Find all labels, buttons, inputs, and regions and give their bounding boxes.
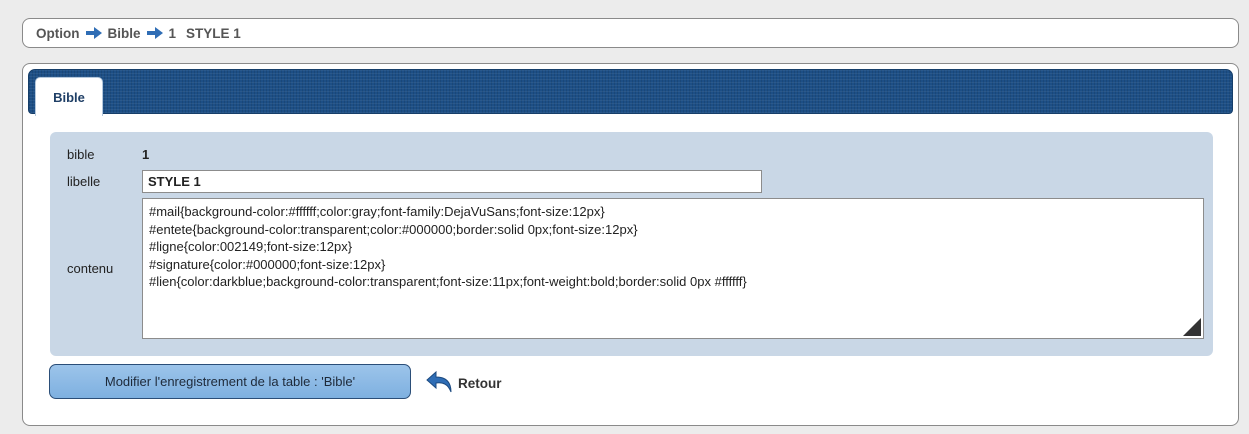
tab-bar: Bible	[28, 69, 1233, 116]
breadcrumb-item-id: 1	[168, 25, 177, 41]
libelle-label: libelle	[67, 174, 101, 189]
main-panel: Bible bible 1 libelle contenu #mail{back…	[22, 63, 1239, 426]
arrow-right-icon	[146, 27, 163, 39]
contenu-label: contenu	[67, 261, 114, 276]
tab-bible[interactable]: Bible	[35, 77, 103, 116]
contenu-line: #signature{color:#000000;font-size:12px}	[149, 256, 386, 272]
contenu-line: #entete{background-color:transparent;col…	[149, 221, 638, 237]
back-label: Retour	[458, 375, 502, 391]
edit-form: bible 1 libelle contenu #mail{background…	[50, 132, 1213, 356]
breadcrumb-item-option[interactable]: Option	[36, 26, 80, 41]
bible-label: bible	[67, 147, 95, 162]
modify-record-button[interactable]: Modifier l'enregistrement de la table : …	[49, 364, 411, 399]
libelle-input[interactable]	[142, 170, 762, 193]
resize-grip-icon[interactable]	[1183, 318, 1201, 336]
bible-value: 1	[142, 147, 150, 162]
breadcrumb-item-name: STYLE 1	[186, 25, 241, 41]
breadcrumb-item-bible[interactable]: Bible	[108, 26, 141, 41]
contenu-line: #ligne{color:002149;font-size:12px}	[149, 239, 353, 254]
arrow-right-icon	[85, 27, 102, 39]
undo-arrow-icon	[426, 370, 452, 393]
back-link[interactable]: Retour	[425, 369, 502, 397]
contenu-line: #mail{background-color:#ffffff;color:gra…	[149, 204, 605, 219]
breadcrumb: Option Bible 1 STYLE 1	[22, 18, 1239, 48]
contenu-textarea[interactable]: #mail{background-color:#ffffff;color:gra…	[142, 198, 1204, 339]
contenu-line: #lien{color:darkblue;background-color:tr…	[149, 274, 747, 289]
